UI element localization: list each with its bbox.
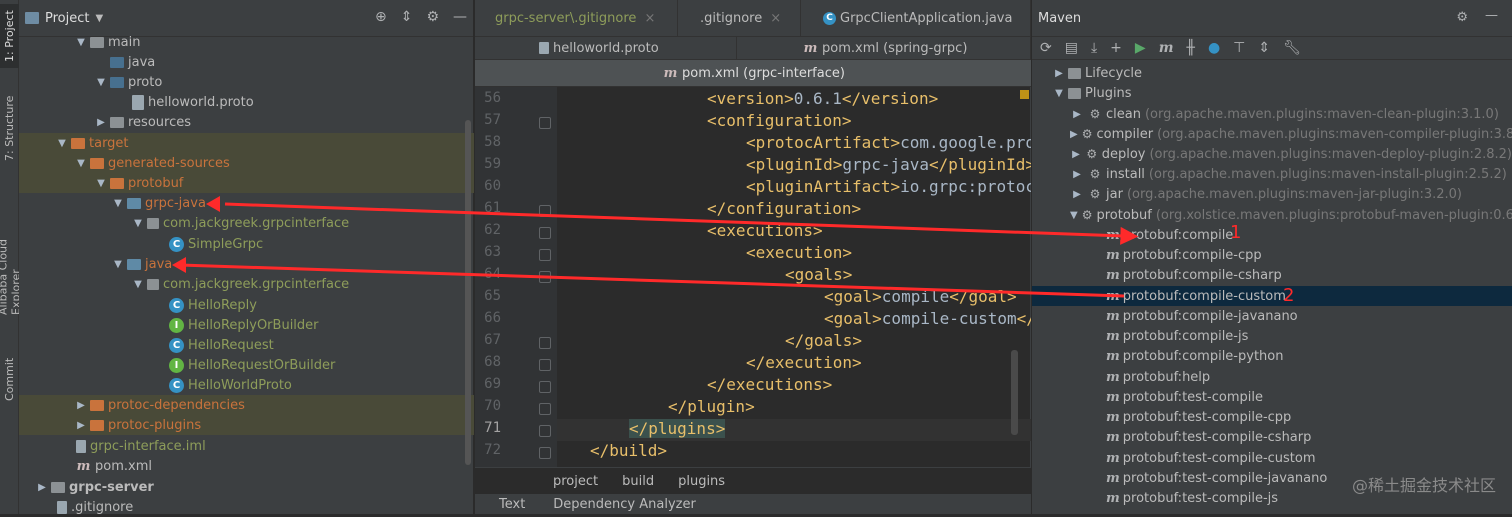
- annotation-number-1: 1: [1230, 222, 1242, 243]
- annotation-arrows: [172, 196, 1139, 298]
- annotation-number-2: 2: [1283, 285, 1295, 306]
- arrow-1-line: [224, 202, 1139, 245]
- arrow-1-head: [206, 196, 220, 212]
- arrow-2-head: [172, 257, 186, 273]
- arrow-2-line: [179, 263, 1125, 298]
